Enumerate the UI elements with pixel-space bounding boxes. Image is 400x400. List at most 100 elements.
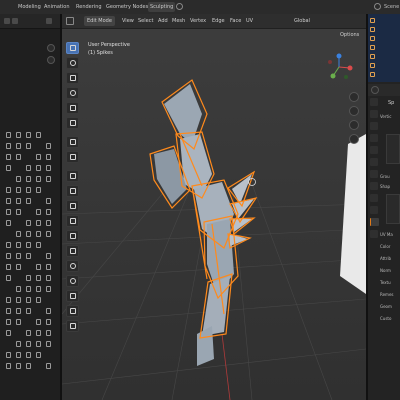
outliner-row[interactable] [370,72,400,78]
node-icon[interactable] [6,330,11,336]
node-icon[interactable] [46,286,51,292]
editor-type-icon[interactable] [66,17,74,25]
shrink-fatten-tool-icon[interactable] [66,305,79,317]
knife-tool-icon[interactable] [66,230,79,242]
rip-tool-icon[interactable] [66,320,79,332]
node-icon[interactable] [26,132,31,138]
node-icon[interactable] [6,319,11,325]
node-icon[interactable] [36,154,41,160]
node-icon[interactable] [46,209,51,215]
cursor-tool-icon[interactable] [66,57,79,69]
node-icon[interactable] [26,176,31,182]
panel-normals[interactable]: Norm [380,268,391,273]
tab-sculpting[interactable]: Sculpting [148,2,176,12]
node-icon[interactable] [26,143,31,149]
node-icon[interactable] [26,341,31,347]
node-icon[interactable] [36,297,41,303]
node-icon[interactable] [16,176,21,182]
modifier-tab-icon[interactable] [370,170,378,178]
render-tab-icon[interactable] [370,110,378,118]
node-icon[interactable] [36,319,41,325]
menu-uv[interactable]: UV [246,16,253,26]
node-icon[interactable] [36,352,41,358]
physics-tab-icon[interactable] [370,194,378,202]
node-icon[interactable] [6,308,11,314]
node-icon[interactable] [36,242,41,248]
node-icon[interactable] [26,286,31,292]
panel-custom-properties[interactable]: Custo [380,316,391,321]
node-icon[interactable] [16,341,21,347]
node-icon[interactable] [36,132,41,138]
loop-cut-tool-icon[interactable] [66,215,79,227]
node-icon[interactable] [16,154,21,160]
node-icon[interactable] [6,187,11,193]
panel-attributes[interactable]: Attrib [380,256,391,261]
menu-vertex[interactable]: Vertex [190,16,206,26]
node-icon[interactable] [6,154,11,160]
object-tab-icon[interactable] [370,158,378,166]
panel-color-attributes[interactable]: Color [380,244,390,249]
panel-remesh[interactable]: Remes [380,292,394,297]
panel-groups[interactable]: Grou [380,174,390,179]
scene-icon[interactable] [374,3,381,10]
node-icon[interactable] [46,275,51,281]
menu-face[interactable]: Face [230,16,241,26]
menu-mesh[interactable]: Mesh [172,16,185,26]
node-icon[interactable] [6,242,11,248]
vertex-groups-list[interactable] [386,134,400,164]
material-tab-icon[interactable] [370,230,378,238]
node-icon[interactable] [6,352,11,358]
node-icon[interactable] [36,209,41,215]
edge-slide-tool-icon[interactable] [66,290,79,302]
node-icon[interactable] [26,165,31,171]
add-workspace-icon[interactable] [176,3,183,10]
node-icon[interactable] [36,176,41,182]
measure-tool-icon[interactable] [66,151,79,163]
pan-view-icon[interactable] [349,106,359,116]
menu-add[interactable]: Add [158,16,168,26]
node-icon[interactable] [26,253,31,259]
node-icon[interactable] [46,253,51,259]
select-box-tool-icon[interactable] [66,42,79,54]
menu-select[interactable]: Select [138,16,153,26]
navigation-gizmo[interactable] [324,52,354,82]
bevel-tool-icon[interactable] [66,200,79,212]
tool-tab-icon[interactable] [370,98,378,106]
node-icon[interactable] [6,132,11,138]
node-icon[interactable] [46,176,51,182]
transform-tool-icon[interactable] [66,117,79,129]
tab-modeling[interactable]: Modeling [18,2,41,12]
node-icon[interactable] [6,275,11,281]
particles-tab-icon[interactable] [370,182,378,190]
node-icon[interactable] [6,220,11,226]
constraints-tab-icon[interactable] [370,206,378,214]
outliner-row[interactable] [370,18,400,24]
mode-dropdown[interactable]: Edit Mode [84,16,115,26]
node-icon[interactable] [46,363,51,369]
node-icon[interactable] [26,187,31,193]
node-icon[interactable] [46,154,51,160]
tab-animation[interactable]: Animation [44,2,70,12]
outliner[interactable] [368,14,400,82]
node-icon[interactable] [16,264,21,270]
node-icon[interactable] [16,308,21,314]
outliner-row[interactable] [370,54,400,60]
node-icon[interactable] [16,132,21,138]
panel-vertex-groups[interactable]: Vertic [380,114,391,119]
node-icon[interactable] [46,264,51,270]
panel-texture-space[interactable]: Textu [380,280,391,285]
menu-view[interactable]: View [122,16,134,26]
node-icon[interactable] [36,286,41,292]
node-icon[interactable] [6,143,11,149]
node-icon[interactable] [46,308,51,314]
node-icon[interactable] [16,209,21,215]
poly-build-tool-icon[interactable] [66,245,79,257]
node-icon[interactable] [36,165,41,171]
node-icon[interactable] [26,363,31,369]
panel-geometry-data[interactable]: Geom [380,304,392,309]
3d-viewport[interactable]: Edit Mode View Select Add Mesh Vertex Ed… [62,14,366,400]
node-icon[interactable] [26,308,31,314]
node-icon[interactable] [26,231,31,237]
node-icon[interactable] [6,209,11,215]
node-icon[interactable] [36,187,41,193]
